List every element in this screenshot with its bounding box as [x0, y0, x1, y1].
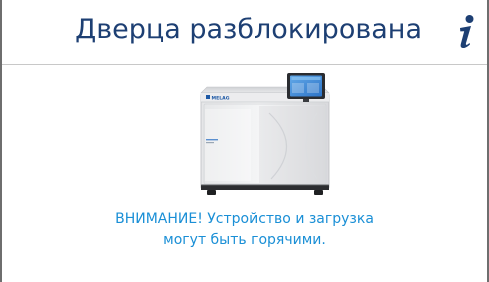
autoclave-image: MELAG	[199, 73, 332, 198]
door-unlocked-screen: Дверца разблокирована MELAG ВНИМАНИЕ! Ус…	[0, 0, 489, 282]
header-bar: Дверца разблокирована	[2, 0, 487, 64]
info-button[interactable]	[450, 12, 480, 50]
info-icon	[460, 15, 474, 49]
page-title: Дверца разблокирована	[75, 14, 422, 45]
header-divider	[2, 64, 487, 65]
warning-line-1: ВНИМАНИЕ! Устройство и загрузка	[115, 211, 374, 227]
warning-line-2: могут быть горячими.	[163, 232, 326, 248]
hot-warning-message: ВНИМАНИЕ! Устройство и загрузка могут бы…	[40, 209, 449, 251]
brand-logo: MELAG	[212, 95, 230, 101]
